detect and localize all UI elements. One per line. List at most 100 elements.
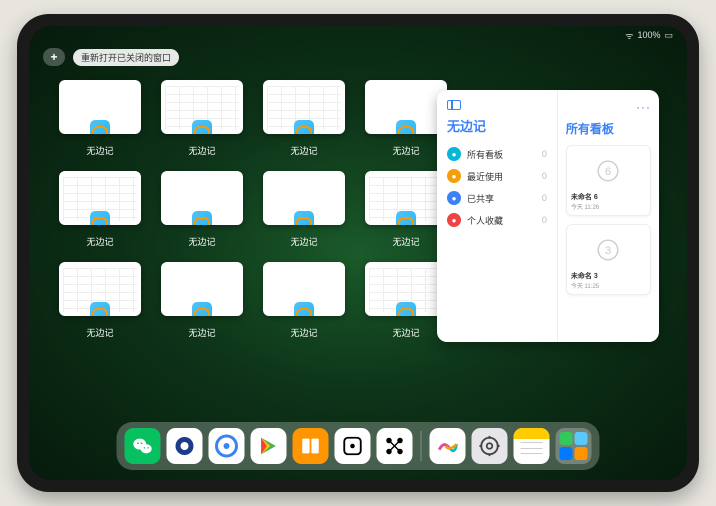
app-switcher-grid: 无边记无边记无边记无边记无边记无边记无边记无边记无边记无边记无边记无边记 bbox=[59, 80, 459, 339]
nav-item[interactable]: ● 所有看板 0 bbox=[447, 143, 547, 165]
dock-app-play[interactable] bbox=[251, 428, 287, 464]
window-label: 无边记 bbox=[290, 235, 317, 248]
app-window[interactable]: 无边记 bbox=[161, 262, 243, 339]
app-window[interactable]: 无边记 bbox=[59, 262, 141, 339]
board-preview: 6 bbox=[571, 150, 646, 192]
window-label: 无边记 bbox=[290, 326, 317, 339]
window-label: 无边记 bbox=[392, 326, 419, 339]
app-window[interactable]: 无边记 bbox=[59, 80, 141, 157]
app-window[interactable]: 无边记 bbox=[161, 171, 243, 248]
dock-app-dice[interactable] bbox=[335, 428, 371, 464]
app-window[interactable]: 无边记 bbox=[161, 80, 243, 157]
reopen-window-button[interactable]: 重新打开已关闭的窗口 bbox=[73, 49, 179, 66]
mini-app-icon bbox=[575, 432, 588, 445]
top-bar: + 重新打开已关闭的窗口 bbox=[43, 48, 179, 66]
window-thumbnail bbox=[365, 171, 447, 225]
freeform-app-icon bbox=[192, 211, 212, 225]
freeform-app-icon bbox=[90, 120, 110, 134]
app-window[interactable]: 无边记 bbox=[263, 262, 345, 339]
nav-item-label: 最近使用 bbox=[467, 170, 503, 183]
dock-app-books[interactable] bbox=[293, 428, 329, 464]
dock-recent-apps bbox=[430, 428, 550, 464]
window-thumbnail bbox=[161, 262, 243, 316]
window-thumbnail bbox=[161, 80, 243, 134]
svg-text:6: 6 bbox=[605, 166, 611, 178]
board-date: 今天 11:26 bbox=[571, 202, 646, 211]
more-icon[interactable]: ··· bbox=[636, 100, 651, 114]
mini-app-icon bbox=[560, 432, 573, 445]
plus-icon: + bbox=[50, 50, 57, 64]
nav-item-count: 0 bbox=[542, 149, 547, 159]
sidebar-toggle-icon[interactable] bbox=[447, 100, 461, 110]
battery-label: 100% bbox=[637, 30, 660, 40]
dock-app-browser[interactable] bbox=[209, 428, 245, 464]
dock-folder[interactable] bbox=[556, 428, 592, 464]
window-thumbnail bbox=[59, 262, 141, 316]
mini-app-icon bbox=[575, 447, 588, 460]
app-window[interactable]: 无边记 bbox=[263, 171, 345, 248]
panel-sidebar: 无边记 ● 所有看板 0 ● 最近使用 0 ● 已共享 0 ● 个人收藏 0 bbox=[437, 90, 557, 342]
nav-item[interactable]: ● 个人收藏 0 bbox=[447, 209, 547, 231]
board-card[interactable]: 3 未命名 3 今天 11:25 bbox=[566, 224, 651, 295]
panel-nav-list: ● 所有看板 0 ● 最近使用 0 ● 已共享 0 ● 个人收藏 0 bbox=[447, 143, 547, 231]
freeform-app-icon bbox=[90, 211, 110, 225]
nav-item[interactable]: ● 最近使用 0 bbox=[447, 165, 547, 187]
reopen-label: 重新打开已关闭的窗口 bbox=[81, 53, 171, 63]
nav-item-icon: ● bbox=[447, 213, 461, 227]
nav-item-count: 0 bbox=[542, 171, 547, 181]
window-thumbnail bbox=[59, 171, 141, 225]
window-label: 无边记 bbox=[392, 235, 419, 248]
app-window[interactable]: 无边记 bbox=[263, 80, 345, 157]
board-preview: 3 bbox=[571, 229, 646, 271]
window-thumbnail bbox=[263, 80, 345, 134]
window-thumbnail bbox=[59, 80, 141, 134]
freeform-app-icon bbox=[294, 120, 314, 134]
app-window[interactable]: 无边记 bbox=[365, 171, 447, 248]
app-window[interactable]: 无边记 bbox=[365, 262, 447, 339]
freeform-app-icon bbox=[192, 302, 212, 316]
board-date: 今天 11:25 bbox=[571, 281, 646, 290]
dock bbox=[117, 422, 600, 470]
dock-app-nodes[interactable] bbox=[377, 428, 413, 464]
freeform-app-icon bbox=[90, 302, 110, 316]
dock-app-freeform[interactable] bbox=[430, 428, 466, 464]
freeform-app-icon bbox=[294, 211, 314, 225]
window-label: 无边记 bbox=[86, 326, 113, 339]
nav-item-count: 0 bbox=[542, 215, 547, 225]
freeform-panel[interactable]: 无边记 ● 所有看板 0 ● 最近使用 0 ● 已共享 0 ● 个人收藏 0 ·… bbox=[437, 90, 659, 342]
freeform-app-icon bbox=[294, 302, 314, 316]
board-name: 未命名 3 bbox=[571, 271, 646, 281]
panel-content: ··· 所有看板 6 未命名 6 今天 11:26 3 未命名 3 今天 11:… bbox=[557, 90, 659, 342]
status-bar: ᯤ 100% ▭ bbox=[29, 26, 687, 44]
dock-app-wechat[interactable] bbox=[125, 428, 161, 464]
battery-icon: ▭ bbox=[664, 30, 673, 41]
window-label: 无边记 bbox=[188, 144, 215, 157]
panel-app-title: 无边记 bbox=[447, 116, 547, 135]
nav-item-icon: ● bbox=[447, 169, 461, 183]
freeform-app-icon bbox=[396, 211, 416, 225]
freeform-app-icon bbox=[192, 120, 212, 134]
mini-app-icon bbox=[560, 447, 573, 460]
svg-text:3: 3 bbox=[605, 245, 611, 257]
screen: ᯤ 100% ▭ + 重新打开已关闭的窗口 无边记无边记无边记无边记无边记无边记… bbox=[29, 26, 687, 480]
window-label: 无边记 bbox=[290, 144, 317, 157]
nav-item[interactable]: ● 已共享 0 bbox=[447, 187, 547, 209]
window-thumbnail bbox=[263, 262, 345, 316]
freeform-app-icon bbox=[396, 120, 416, 134]
window-thumbnail bbox=[263, 171, 345, 225]
dock-app-settings[interactable] bbox=[472, 428, 508, 464]
dock-app-notes[interactable] bbox=[514, 428, 550, 464]
app-window[interactable]: 无边记 bbox=[365, 80, 447, 157]
window-label: 无边记 bbox=[392, 144, 419, 157]
app-window[interactable]: 无边记 bbox=[59, 171, 141, 248]
nav-item-icon: ● bbox=[447, 191, 461, 205]
dock-separator bbox=[421, 431, 422, 461]
dock-app-quark[interactable] bbox=[167, 428, 203, 464]
nav-item-count: 0 bbox=[542, 193, 547, 203]
board-card[interactable]: 6 未命名 6 今天 11:26 bbox=[566, 145, 651, 216]
window-label: 无边记 bbox=[188, 326, 215, 339]
window-label: 无边记 bbox=[86, 235, 113, 248]
nav-item-icon: ● bbox=[447, 147, 461, 161]
new-window-button[interactable]: + bbox=[43, 48, 65, 66]
dock-main-apps bbox=[125, 428, 413, 464]
